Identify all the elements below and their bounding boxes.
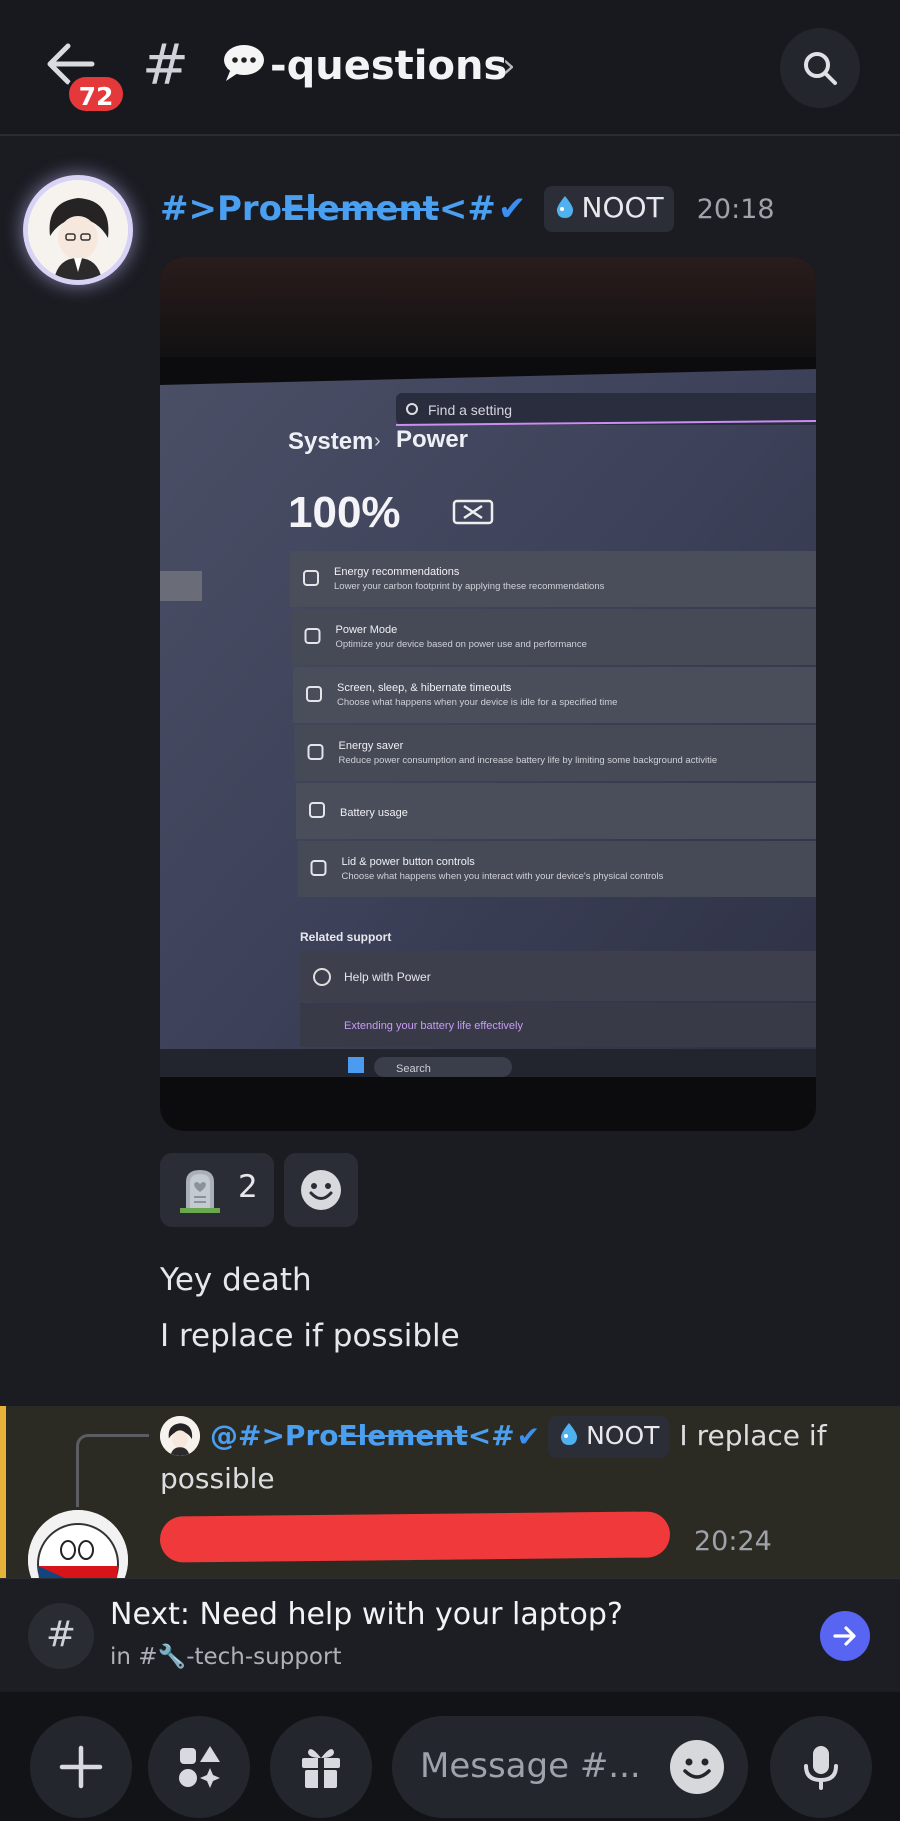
apps-button[interactable]: [148, 1716, 250, 1818]
channel-title[interactable]: -questions: [222, 38, 507, 94]
gift-button[interactable]: [270, 1716, 372, 1818]
speech-bubble-icon: [222, 42, 266, 82]
message-input[interactable]: Message #...: [392, 1716, 748, 1818]
battery-percent: 100%: [288, 488, 401, 537]
settings-breadcrumb-power: Power: [396, 426, 468, 453]
channel-hash-icon: #: [28, 1603, 94, 1669]
settings-row-desc: Lower your carbon footprint by applying …: [334, 581, 605, 592]
author-avatar[interactable]: [28, 180, 128, 280]
settings-row: Battery usage: [296, 783, 816, 839]
settings-row-desc: Reduce power consumption and increase ba…: [339, 755, 718, 766]
settings-row-title: Screen, sleep, & hibernate timeouts: [337, 682, 512, 694]
water-drop-icon: [552, 191, 578, 218]
battery-life-link: Extending your battery life effectively: [344, 1020, 523, 1032]
headstone-icon: [180, 1170, 220, 1213]
mention-highlight-bar: [0, 1406, 6, 1578]
settings-row-desc: Optimize your device based on power use …: [336, 639, 587, 650]
quoted-text-continued: possible: [160, 1462, 275, 1495]
message-text: I replace if possible: [160, 1318, 460, 1354]
plus-icon: [59, 1745, 103, 1789]
reply-connector: [76, 1434, 149, 1507]
next-channel-title: Next: Need help with your laptop?: [110, 1597, 623, 1632]
search-icon: [804, 52, 837, 85]
settings-row-title: Power Mode: [336, 624, 398, 636]
checkmark-icon: ✔: [516, 1420, 541, 1453]
author-name-tail: T]: [634, 1514, 666, 1550]
message-placeholder: Message #...: [420, 1746, 641, 1786]
emoji-icon: [683, 1758, 711, 1779]
image-attachment[interactable]: Find a setting System › Power 100% Energ…: [160, 257, 816, 1131]
settings-row-title: Battery usage: [340, 807, 408, 819]
settings-search: Find a setting: [428, 402, 512, 418]
go-next-button[interactable]: [820, 1611, 870, 1661]
next-channel-subtitle: in #🔧-tech-support: [110, 1644, 342, 1670]
message-header: #>ProElement<#✔ NOOT 20:18: [160, 186, 775, 232]
chevron-right-icon: ›: [502, 46, 516, 86]
settings-row-desc: Choose what happens when you interact wi…: [342, 871, 664, 882]
settings-row-title: Lid & power button controls: [342, 856, 476, 868]
attach-button[interactable]: [30, 1716, 132, 1818]
settings-row: Energy recommendations Lower your carbon …: [290, 551, 816, 607]
redacted-author-name: [159, 1511, 671, 1563]
checkmark-icon: ✔: [497, 189, 527, 229]
channel-hash-icon: #: [142, 33, 189, 98]
settings-breadcrumb-system: System: [288, 428, 373, 455]
settings-row-desc: Choose what happens when your device is …: [337, 697, 617, 708]
channel-name: -questions: [270, 43, 508, 89]
gift-icon: [302, 1749, 340, 1788]
settings-row-title: Energy saver: [339, 740, 404, 752]
water-drop-icon: [556, 1421, 582, 1447]
message-composer: Message #...: [0, 1692, 900, 1821]
server-tag[interactable]: NOOT: [543, 186, 674, 232]
add-reaction-icon: [301, 1170, 341, 1210]
microphone-icon: [804, 1746, 838, 1790]
settings-row: Screen, sleep, & hibernate timeouts Choos…: [293, 667, 816, 723]
reply-message: @#>ProElement<#✔ NOOT I replace if possibl…: [0, 1406, 900, 1610]
emoji-button[interactable]: [670, 1740, 724, 1794]
apps-icon: [179, 1746, 220, 1788]
reply-timestamp: 20:24: [694, 1526, 772, 1557]
arrow-right-icon: [833, 1626, 856, 1646]
replied-author-avatar: [160, 1416, 200, 1456]
channel-header: 72 # -questions ›: [0, 0, 900, 136]
settings-breadcrumb-sep: ›: [374, 430, 381, 452]
voice-message-button[interactable]: [770, 1716, 872, 1818]
reaction-count: 2: [238, 1169, 258, 1205]
search-button[interactable]: [780, 28, 860, 108]
next-channel-banner[interactable]: # Next: Need help with your laptop? in #…: [0, 1578, 900, 1691]
reply-reference[interactable]: @#>ProElement<#✔ NOOT I replace if: [210, 1414, 827, 1458]
taskbar-search: Search: [396, 1063, 431, 1075]
message-timestamp: 20:18: [696, 193, 775, 225]
related-support-heading: Related support: [300, 930, 391, 944]
settings-row: Energy saver Reduce power consumption and…: [294, 725, 816, 781]
settings-row: Lid & power button controls Choose what h…: [297, 841, 816, 897]
unread-count-badge: 72: [66, 74, 126, 114]
settings-row-title: Energy recommendations: [334, 566, 460, 578]
message-text: Yey death: [160, 1262, 312, 1298]
add-reaction-button[interactable]: [284, 1153, 358, 1227]
help-with-power: Help with Power: [344, 970, 431, 984]
reply-server-tag: NOOT: [548, 1416, 670, 1458]
author-name[interactable]: #>ProElement<#: [160, 189, 496, 229]
reaction-headstone[interactable]: 2: [160, 1153, 274, 1227]
quoted-text: I replace if: [679, 1419, 827, 1452]
reply-mention: @#>ProElement<#: [210, 1419, 515, 1452]
settings-row: Power Mode Optimize your device based on …: [291, 609, 816, 665]
